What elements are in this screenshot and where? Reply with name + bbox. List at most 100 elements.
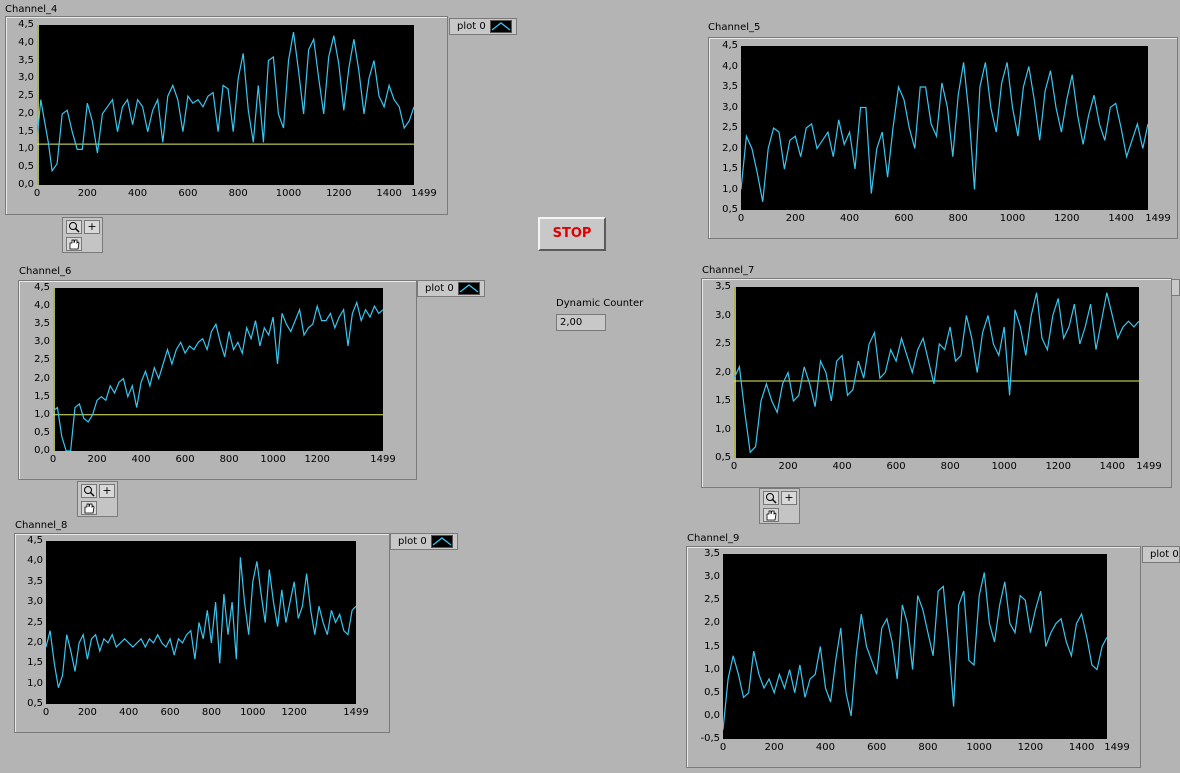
ch6-y-tick: 2,5 bbox=[34, 354, 50, 366]
ch6-y-tick: 0,5 bbox=[34, 426, 50, 438]
ch7-x-tick: 600 bbox=[886, 461, 906, 472]
ch7-legend[interactable] bbox=[1171, 279, 1180, 296]
ch6-x-tick: 1200 bbox=[304, 454, 330, 465]
ch5-x-tick: 600 bbox=[894, 213, 914, 224]
zoom-icon[interactable] bbox=[81, 484, 97, 498]
ch7-y-tick: 0,5 bbox=[715, 452, 731, 463]
ch4-title: Channel_4 bbox=[5, 4, 58, 15]
ch4-y-tick: 0,5 bbox=[18, 161, 34, 173]
ch4-y-tick: 4,0 bbox=[18, 36, 34, 48]
ch8-legend[interactable]: plot 0 bbox=[390, 533, 458, 550]
ch8-plot-area[interactable] bbox=[46, 541, 356, 704]
cursor-crosshair-icon[interactable]: + bbox=[781, 491, 797, 505]
ch8-y-tick: 1,0 bbox=[27, 677, 43, 689]
ch8-x-tick: 1000 bbox=[240, 707, 266, 718]
ch4-y-tick: 3,0 bbox=[18, 72, 34, 84]
ch4-x-tick: 1200 bbox=[326, 188, 352, 199]
ch4-x-tick: 400 bbox=[128, 188, 148, 199]
ch7-x-tick: 1400 bbox=[1099, 461, 1125, 472]
ch7-x-tick: 1499 bbox=[1136, 461, 1162, 472]
ch5-x-tick: 200 bbox=[785, 213, 805, 224]
ch8-x-tick: 600 bbox=[160, 707, 180, 718]
cursor-crosshair-icon[interactable]: + bbox=[99, 484, 115, 498]
ch6-y-tick: 2,0 bbox=[34, 372, 50, 384]
pan-hand-icon[interactable] bbox=[81, 501, 97, 515]
ch5-plot-area[interactable] bbox=[741, 46, 1148, 210]
ch4-x-tick: 0 bbox=[33, 188, 41, 199]
ch8-x-tick: 800 bbox=[201, 707, 221, 718]
ch4-x-tick: 1000 bbox=[275, 188, 302, 199]
ch4-legend-label: plot 0 bbox=[457, 21, 486, 32]
ch4-plot-area[interactable] bbox=[37, 25, 414, 185]
ch8-legend-swatch-icon[interactable] bbox=[430, 535, 453, 548]
ch8-x-tick: 1200 bbox=[281, 707, 307, 718]
ch5-y-tick: 1,5 bbox=[722, 163, 738, 174]
pan-hand-icon[interactable] bbox=[763, 508, 779, 522]
ch9-y-tick: 3,5 bbox=[704, 548, 720, 559]
ch4-graph-palette: + bbox=[62, 217, 103, 253]
ch7-y-tick: 3,5 bbox=[715, 281, 731, 292]
ch5-x-tick: 1400 bbox=[1108, 213, 1134, 224]
ch8-x-tick: 200 bbox=[77, 707, 97, 718]
ch9-legend-label: plot 0 bbox=[1150, 549, 1179, 560]
ch5-y-tick: 1,0 bbox=[722, 183, 738, 195]
ch8-x-tick: 400 bbox=[119, 707, 139, 718]
ch6-x-tick: 600 bbox=[175, 454, 195, 465]
dynamic-counter-label: Dynamic Counter bbox=[556, 298, 644, 309]
ch6-legend[interactable]: plot 0 bbox=[417, 280, 485, 297]
ch7-plot-area[interactable] bbox=[734, 287, 1139, 458]
ch5-y-tick: 3,5 bbox=[722, 81, 738, 92]
ch8-y-tick: 2,0 bbox=[27, 636, 43, 648]
ch9-y-tick: 3,0 bbox=[704, 571, 720, 583]
ch5-y-tick: 3,0 bbox=[722, 101, 738, 113]
ch6-x-tick: 0 bbox=[49, 454, 57, 465]
ch4-y-tick: 3,5 bbox=[18, 54, 34, 66]
ch9-x-tick: 1400 bbox=[1068, 742, 1095, 753]
ch9-plot-area[interactable] bbox=[723, 554, 1107, 739]
ch7-y-tick: 2,0 bbox=[715, 366, 731, 378]
ch6-graph-palette: + bbox=[77, 481, 118, 517]
zoom-icon[interactable] bbox=[66, 220, 82, 234]
ch8-y-tick: 4,5 bbox=[27, 535, 43, 546]
ch6-legend-label: plot 0 bbox=[425, 283, 454, 294]
ch7-x-tick: 400 bbox=[832, 461, 852, 472]
ch9-y-tick: 1,0 bbox=[704, 663, 720, 675]
ch8-x-tick: 1499 bbox=[343, 707, 369, 718]
ch4-legend[interactable]: plot 0 bbox=[449, 18, 517, 35]
ch4-x-tick: 1400 bbox=[376, 188, 402, 199]
ch9-y-tick: -0,5 bbox=[700, 733, 720, 744]
ch6-x-tick: 400 bbox=[131, 454, 151, 465]
ch6-y-tick: 4,5 bbox=[34, 282, 50, 293]
ch4-y-tick: 1,5 bbox=[18, 125, 34, 137]
ch4-x-tick: 600 bbox=[178, 188, 198, 199]
ch4-legend-swatch-icon[interactable] bbox=[489, 20, 512, 33]
ch4-y-tick: 4,5 bbox=[18, 19, 34, 30]
cursor-crosshair-icon[interactable]: + bbox=[84, 220, 100, 234]
pan-hand-icon[interactable] bbox=[66, 237, 82, 251]
ch5-y-tick: 2,5 bbox=[722, 122, 738, 133]
ch8-y-tick: 4,0 bbox=[27, 555, 43, 567]
ch9-x-tick: 1000 bbox=[966, 742, 992, 753]
ch7-x-tick: 1200 bbox=[1045, 461, 1071, 472]
ch6-title: Channel_6 bbox=[19, 266, 72, 277]
ch8-x-tick: 0 bbox=[42, 707, 50, 718]
ch6-y-tick: 1,0 bbox=[34, 408, 50, 420]
ch5-x-tick: 1000 bbox=[999, 213, 1026, 224]
ch6-x-tick: 800 bbox=[219, 454, 239, 465]
ch6-trace-plot-0 bbox=[53, 300, 383, 451]
ch9-legend[interactable]: plot 0 bbox=[1142, 546, 1180, 563]
ch6-y-tick: 1,5 bbox=[34, 390, 50, 402]
ch6-legend-swatch-icon[interactable] bbox=[457, 282, 480, 295]
stop-button[interactable]: STOP bbox=[538, 217, 606, 251]
ch8-title: Channel_8 bbox=[15, 520, 68, 531]
ch7-graph-palette: + bbox=[759, 488, 800, 524]
ch5-x-tick: 1200 bbox=[1054, 213, 1080, 224]
zoom-icon[interactable] bbox=[763, 491, 779, 505]
ch7-svg bbox=[734, 287, 1139, 458]
ch4-trace-plot-0 bbox=[37, 31, 414, 173]
ch5-x-tick: 0 bbox=[737, 213, 745, 224]
ch6-y-tick: 3,5 bbox=[34, 318, 50, 330]
ch6-plot-area[interactable] bbox=[53, 288, 383, 451]
ch8-y-tick: 3,5 bbox=[27, 575, 43, 587]
ch5-x-tick: 400 bbox=[840, 213, 860, 224]
